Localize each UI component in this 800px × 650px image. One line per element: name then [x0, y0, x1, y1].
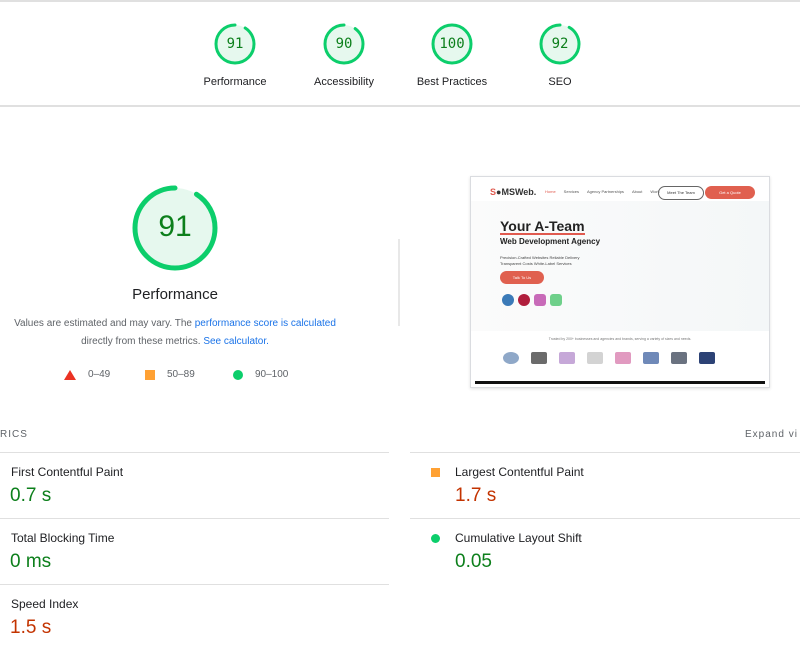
site-logo: S●MSWeb.	[490, 187, 537, 197]
triangle-icon	[64, 369, 76, 380]
badge-icon	[550, 294, 562, 306]
gauge-label: Performance	[203, 76, 267, 88]
metric-title: First Contentful Paint	[11, 465, 124, 479]
logo-prefix: S	[490, 187, 497, 197]
meet-team-pill: Meet The Team	[658, 186, 704, 200]
gauge-score: 92	[551, 36, 569, 52]
gauge-score: 100	[439, 36, 465, 52]
metric-value: 1.7 s	[455, 485, 497, 506]
client-logo-icon	[587, 352, 603, 364]
badge-icon	[534, 294, 546, 306]
metrics-heading: RICS	[0, 429, 28, 440]
site-nav: Home Services Agency Partnerships About …	[545, 189, 660, 194]
gauge-seo[interactable]: 92 SEO	[510, 22, 610, 88]
metric-speed-index: Speed Index 1.5 s	[0, 584, 389, 650]
nav-link: About	[631, 189, 643, 194]
site-subheadline: Web Development Agency	[500, 237, 601, 246]
client-logo-icon	[503, 352, 519, 364]
average-square-icon	[431, 468, 440, 477]
gauge-score: 91	[226, 36, 244, 52]
performance-title: Performance	[132, 286, 218, 303]
gauge-label: Best Practices	[416, 76, 488, 88]
performance-score: 91	[158, 210, 192, 243]
get-quote-pill: Get a Quote	[705, 186, 755, 199]
gauge-score: 90	[335, 36, 353, 52]
metric-lcp: Largest Contentful Paint 1.7 s	[410, 452, 800, 518]
metric-title: Largest Contentful Paint	[455, 465, 584, 479]
gauge-label: Accessibility	[314, 76, 374, 88]
performance-description: Values are estimated and may vary. The p…	[0, 315, 350, 351]
metric-tbt: Total Blocking Time 0 ms	[0, 518, 389, 584]
legend-average: 50–89	[145, 369, 195, 380]
legend-fail: 0–49	[64, 369, 110, 380]
performance-gauge: 91	[131, 184, 219, 272]
gauge-label: SEO	[548, 76, 572, 88]
client-logo-icon	[671, 352, 687, 364]
legend-range: 50–89	[167, 369, 195, 380]
metric-value: 1.5 s	[10, 617, 52, 638]
trusted-text: Trusted by 200+ businesses and agencies …	[548, 337, 692, 341]
metric-title: Total Blocking Time	[11, 531, 115, 545]
legend-range: 90–100	[255, 369, 289, 380]
logo-rest: MSWeb.	[501, 187, 537, 197]
site-headline: Your A-Team	[500, 218, 585, 235]
expand-view-toggle[interactable]: Expand vi	[745, 429, 798, 440]
desc-text: Values are estimated and may vary. The	[14, 318, 195, 329]
gauge-performance[interactable]: 91 Performance	[185, 22, 285, 88]
client-logos	[503, 352, 715, 364]
metric-title: Cumulative Layout Shift	[455, 531, 582, 545]
score-calculated-link[interactable]: performance score is calculated	[195, 318, 336, 329]
site-bullets: Transparent Costs White-Label Services	[500, 261, 572, 266]
nav-link: Home	[545, 189, 556, 194]
metric-value: 0.05	[455, 551, 492, 572]
site-cta: Talk To Us	[500, 271, 544, 284]
gauge-best-practices[interactable]: 100 Best Practices	[402, 22, 502, 88]
nav-link: Agency Partnerships	[587, 189, 624, 194]
circle-icon	[233, 369, 243, 380]
score-summary: 91 Performance 90 Accessibility 100 Best…	[0, 2, 800, 107]
client-logo-icon	[643, 352, 659, 364]
metric-value: 0 ms	[10, 551, 52, 572]
legend-pass: 90–100	[233, 369, 288, 380]
client-logo-icon	[559, 352, 575, 364]
see-calculator-link[interactable]: See calculator.	[203, 336, 269, 347]
final-screenshot[interactable]: S●MSWeb. Home Services Agency Partnershi…	[470, 176, 770, 388]
gauge-accessibility[interactable]: 90 Accessibility	[294, 22, 394, 88]
legend-range: 0–49	[88, 369, 111, 380]
badge-icon	[518, 294, 530, 306]
client-logo-icon	[615, 352, 631, 364]
metric-fcp: First Contentful Paint 0.7 s	[0, 452, 389, 518]
vertical-divider	[398, 239, 400, 326]
metric-cls: Cumulative Layout Shift 0.05	[410, 518, 800, 584]
screenshot-bottom-bar	[475, 381, 765, 384]
square-icon	[145, 369, 155, 380]
client-logo-icon	[699, 352, 715, 364]
partner-badges	[502, 294, 562, 306]
metric-title: Speed Index	[11, 597, 79, 611]
nav-link: Services	[563, 189, 580, 194]
wordpress-icon	[502, 294, 514, 306]
desc-text: directly from these metrics.	[81, 336, 204, 347]
client-logo-icon	[531, 352, 547, 364]
pass-circle-icon	[431, 534, 440, 543]
site-bullets: Precision-Crafted Websites Reliable Deli…	[500, 255, 580, 260]
metric-value: 0.7 s	[10, 485, 52, 506]
